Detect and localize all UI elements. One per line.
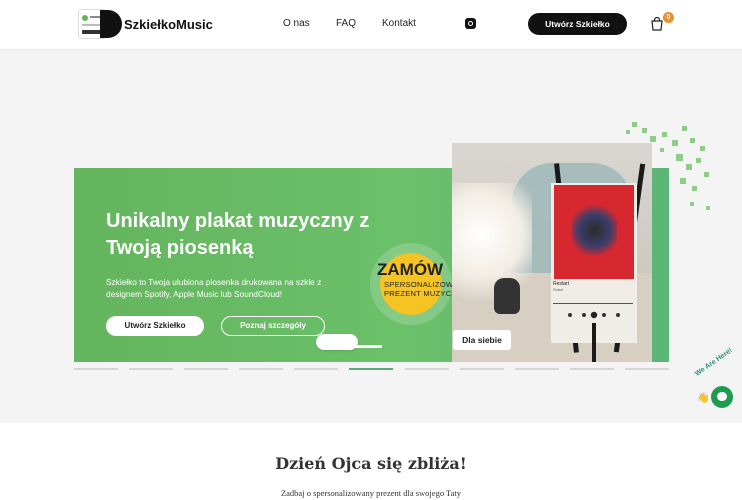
- section-title: Dzień Ojca się zbliża!: [275, 454, 467, 473]
- fathers-day-section: Dzień Ojca się zbliża! Zadbaj o spersona…: [0, 423, 742, 500]
- category-label-dla-siebie[interactable]: Dla siebie: [453, 330, 511, 350]
- logo-text: SzkiełkoMusic: [124, 16, 213, 32]
- carousel-dot-active[interactable]: [349, 368, 394, 370]
- chat-button[interactable]: [711, 386, 733, 408]
- nav-link-o-nas[interactable]: O nas: [283, 18, 310, 29]
- instagram-icon[interactable]: [465, 18, 476, 29]
- chat-label: We Are Here!: [694, 347, 734, 378]
- section-subtitle: Zadbaj o spersonalizowany prezent dla sw…: [280, 488, 462, 498]
- create-szkielko-button[interactable]: Utwórz Szkiełko: [528, 13, 627, 35]
- badge-title: ZAMÓW: [377, 260, 444, 279]
- carousel-dot[interactable]: [184, 368, 229, 370]
- waving-hand-icon: 👋: [697, 393, 710, 404]
- shopping-bag-icon[interactable]: [650, 16, 664, 31]
- nav-link-kontakt[interactable]: Kontakt: [382, 18, 416, 29]
- carousel-dot[interactable]: [624, 368, 669, 370]
- carousel-dot[interactable]: [74, 368, 118, 370]
- carousel-dot[interactable]: [404, 368, 449, 370]
- earbuds-cable: [344, 345, 382, 348]
- logo-icon: [78, 6, 122, 42]
- carousel-dot[interactable]: [569, 368, 614, 370]
- cart-count-badge: 0: [663, 12, 674, 23]
- carousel-dot[interactable]: [294, 368, 339, 370]
- hero-title: Unikalny plakat muzyczny z Twoją piosenk…: [106, 210, 370, 259]
- site-header: SzkiełkoMusic O nas FAQ Kontakt Utwórz S…: [0, 0, 742, 50]
- carousel-dot[interactable]: [239, 368, 284, 370]
- carousel-dot[interactable]: [459, 368, 504, 370]
- logo[interactable]: SzkiełkoMusic: [78, 6, 213, 42]
- hero-create-button[interactable]: Utwórz Szkiełko: [106, 316, 204, 336]
- hero-details-button[interactable]: Poznaj szczegóły: [221, 316, 325, 336]
- carousel-dot[interactable]: [129, 368, 174, 370]
- poster-artist: Sobel: [553, 287, 564, 292]
- poster-player-controls: [568, 311, 620, 319]
- nav-link-faq[interactable]: FAQ: [336, 18, 356, 29]
- carousel-indicators: [74, 368, 669, 371]
- hero-description: Szkiełko to Twoja ulubiona piosenka druk…: [106, 277, 322, 299]
- carousel-dot[interactable]: [514, 368, 559, 370]
